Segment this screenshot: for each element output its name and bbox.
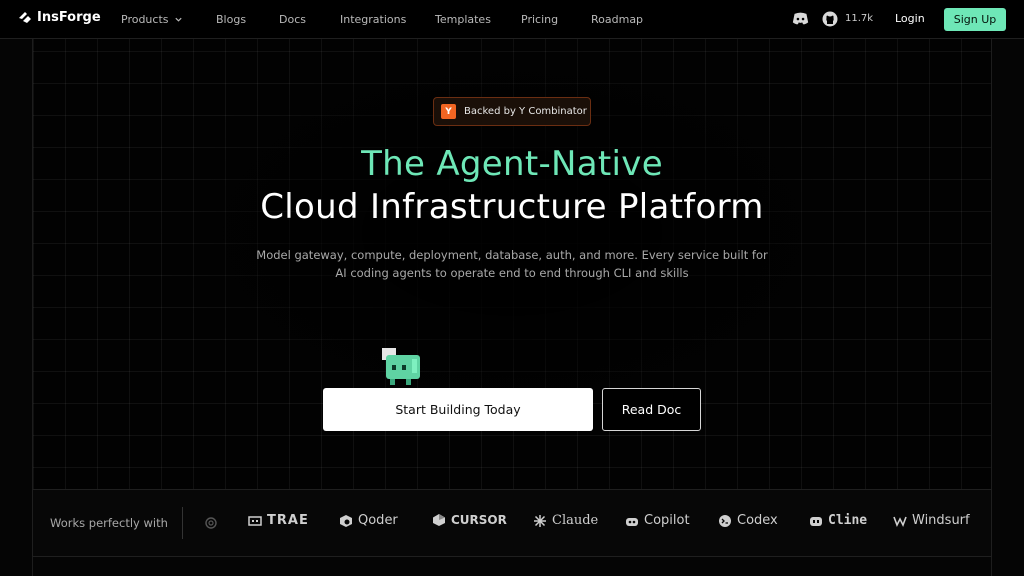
- brand-cline: Cline: [809, 513, 867, 528]
- strip-divider: [182, 507, 183, 539]
- github-stars-count: 11.7k: [845, 13, 874, 24]
- nav-pricing[interactable]: Pricing: [521, 13, 558, 26]
- nav-roadmap[interactable]: Roadmap: [591, 13, 643, 26]
- bottom-grid-edge: [32, 557, 992, 576]
- badge-text: Backed by Y Combinator: [464, 106, 587, 117]
- nav-templates[interactable]: Templates: [435, 13, 491, 26]
- read-doc-button[interactable]: Read Doc: [602, 388, 701, 431]
- brand-codex: Codex: [718, 513, 778, 528]
- hero-subtitle-line2: AI coding agents to operate end to end t…: [335, 266, 689, 280]
- brand-copilot-label: Copilot: [644, 513, 690, 528]
- hero-subtitle-line1: Model gateway, compute, deployment, data…: [256, 248, 768, 262]
- nav-blogs[interactable]: Blogs: [216, 13, 246, 26]
- y-combinator-icon: Y: [441, 104, 456, 119]
- insforge-logo-icon: [19, 11, 31, 23]
- cline-icon: [810, 516, 822, 526]
- hero-title-line2: Cloud Infrastructure Platform: [260, 187, 764, 227]
- yc-badge[interactable]: Y Backed by Y Combinator: [433, 97, 591, 126]
- brand-windsurf-label: Windsurf: [912, 513, 970, 528]
- nav-docs[interactable]: Docs: [279, 13, 306, 26]
- brand-codex-label: Codex: [737, 513, 778, 528]
- copilot-icon: [626, 517, 638, 526]
- nav-products-label: Products: [121, 13, 169, 26]
- logo-text: InsForge: [37, 10, 101, 25]
- nav-integrations[interactable]: Integrations: [340, 13, 406, 26]
- qoder-icon: [340, 514, 352, 527]
- brand-trae: TRAE: [248, 513, 309, 528]
- hero-title-line1: The Agent-Native: [361, 144, 663, 184]
- brand-cursor: CURSOR: [432, 513, 507, 527]
- brand-claude-label: Claude: [552, 513, 599, 528]
- nav-products[interactable]: Products: [121, 13, 183, 26]
- signup-button[interactable]: Sign Up: [944, 8, 1006, 31]
- logo[interactable]: InsForge: [18, 10, 101, 25]
- claude-icon: [534, 514, 546, 527]
- login-link[interactable]: Login: [895, 12, 925, 25]
- mascot-icon: [382, 348, 420, 385]
- github-icon[interactable]: [822, 11, 838, 27]
- codex-icon: [719, 514, 731, 527]
- brand-cline-label: Cline: [828, 513, 868, 528]
- windsurf-icon: [893, 516, 907, 527]
- discord-icon[interactable]: [792, 12, 809, 26]
- chevron-down-icon: [174, 17, 182, 22]
- brand-qoder: Qoder: [339, 513, 398, 528]
- brand-windsurf: Windsurf: [893, 513, 970, 528]
- brand-qoder-label: Qoder: [358, 513, 398, 528]
- brand-copilot: Copilot: [625, 513, 690, 528]
- brand-trae-label: TRAE: [267, 513, 309, 528]
- partial-brand-icon: [205, 517, 217, 529]
- start-building-button[interactable]: Start Building Today: [323, 388, 593, 431]
- brand-claude: Claude: [533, 513, 598, 528]
- works-with-label: Works perfectly with: [50, 516, 168, 530]
- cursor-icon: [433, 514, 445, 526]
- brand-cursor-label: CURSOR: [451, 513, 507, 527]
- trae-icon: [248, 515, 262, 526]
